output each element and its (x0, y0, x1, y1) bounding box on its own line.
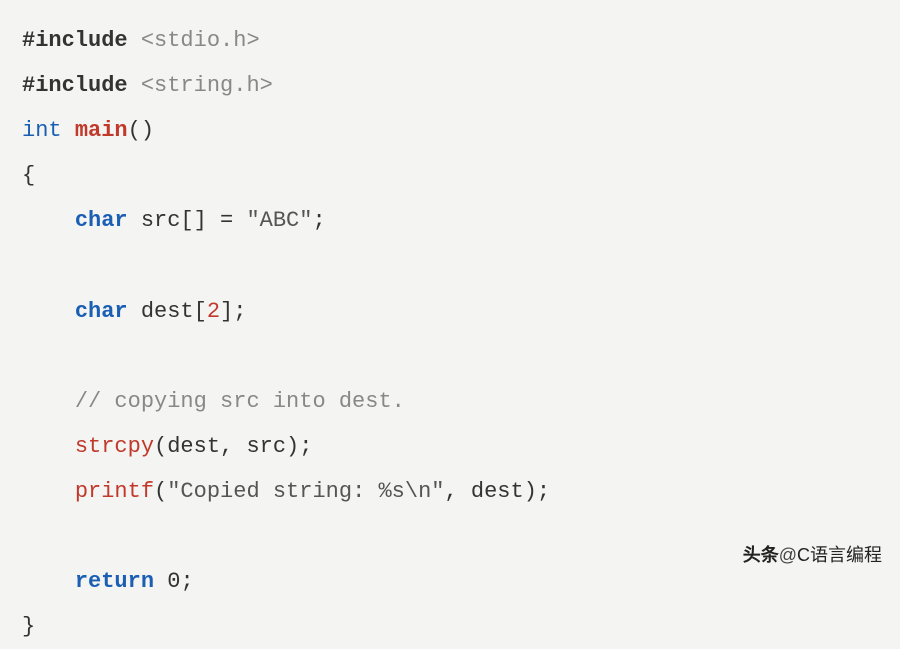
function-printf: printf (75, 479, 154, 504)
bracket-close: ]; (220, 299, 246, 324)
include-stdio: <stdio.h> (141, 28, 260, 53)
keyword-char: char (75, 208, 128, 233)
code-line-5: char src[] = "ABC"; (22, 198, 878, 243)
var-src: src[] = (128, 208, 247, 233)
include-string: <string.h> (141, 73, 273, 98)
watermark: 头条@C语言编程 (743, 537, 882, 574)
string-abc: "ABC" (246, 208, 312, 233)
watermark-name: C语言编程 (797, 545, 882, 565)
string-format: "Copied string: %s\n" (167, 479, 444, 504)
semicolon: ; (180, 569, 193, 594)
semicolon: ; (312, 208, 325, 233)
code-line-11: printf("Copied string: %s\n", dest); (22, 469, 878, 514)
keyword-return: return (75, 569, 154, 594)
function-strcpy: strcpy (75, 434, 154, 459)
code-line-6 (22, 243, 878, 288)
function-main: main (75, 118, 128, 143)
return-val: 0 (154, 569, 180, 594)
preproc-include: #include (22, 28, 128, 53)
code-line-10: strcpy(dest, src); (22, 424, 878, 469)
preproc-include: #include (22, 73, 128, 98)
paren-open: ( (154, 479, 167, 504)
code-line-14: } (22, 604, 878, 649)
brace-open: { (22, 163, 35, 188)
code-line-7: char dest[2]; (22, 289, 878, 334)
code-line-2: #include <string.h> (22, 63, 878, 108)
strcpy-args: (dest, src); (154, 434, 312, 459)
keyword-int: int (22, 118, 62, 143)
var-dest: dest[ (128, 299, 207, 324)
printf-rest: , dest); (444, 479, 550, 504)
code-line-8 (22, 334, 878, 379)
brace-close: } (22, 614, 35, 639)
comment-line: // copying src into dest. (75, 389, 405, 414)
watermark-prefix: 头条 (743, 545, 779, 565)
code-line-1: #include <stdio.h> (22, 18, 878, 63)
code-line-4: { (22, 153, 878, 198)
keyword-char: char (75, 299, 128, 324)
code-line-9: // copying src into dest. (22, 379, 878, 424)
code-line-3: int main() (22, 108, 878, 153)
watermark-at: @ (779, 545, 797, 565)
number-2: 2 (207, 299, 220, 324)
parens: () (128, 118, 154, 143)
